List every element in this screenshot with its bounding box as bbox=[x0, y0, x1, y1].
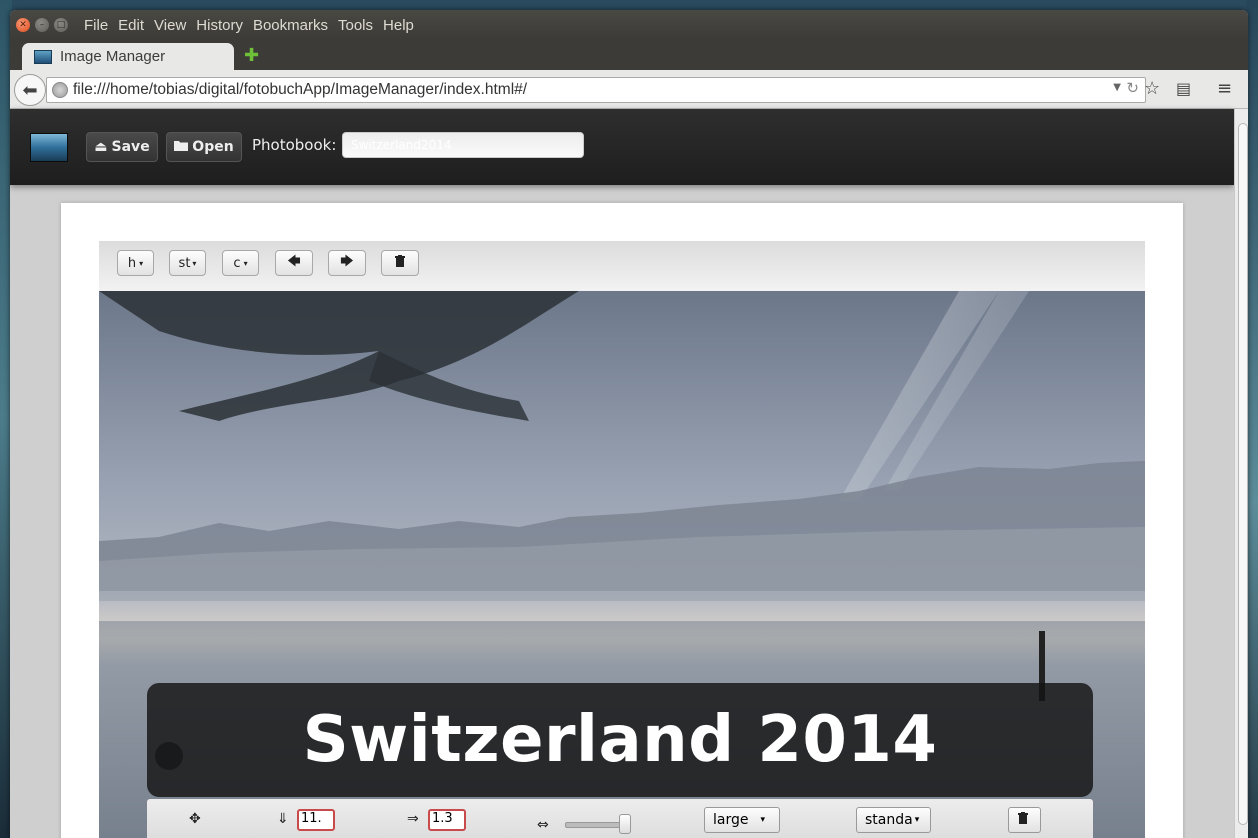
landscape-photo[interactable]: Switzerland 2014 ✥ ⇓ 11. ⇒ 1.3 ⇔ large ▾… bbox=[99, 291, 1145, 838]
next-page-button[interactable]: 🡆 bbox=[328, 250, 366, 276]
tab-favicon-icon bbox=[34, 49, 52, 64]
navigation-bar: ⬅ file:///home/tobias/digital/fotobuchAp… bbox=[10, 70, 1248, 109]
vertical-offset-icon: ⇓ bbox=[277, 811, 289, 827]
width-resize-icon: ⇔ bbox=[537, 817, 549, 833]
tab-image-manager[interactable]: Image Manager bbox=[22, 43, 234, 70]
save-label: Save bbox=[111, 139, 150, 155]
vertical-scrollbar[interactable] bbox=[1234, 109, 1248, 838]
tab-strip: Image Manager ✚ bbox=[10, 40, 1248, 70]
caption-style-select[interactable]: standa ▾ bbox=[856, 807, 931, 833]
app-toolbar: ⏏ Save Open Photobook: bbox=[10, 109, 1234, 185]
url-dropdown-icon[interactable]: ▼ bbox=[1113, 82, 1121, 93]
back-arrow-icon: ⬅ bbox=[22, 79, 38, 101]
open-button[interactable]: Open bbox=[166, 132, 242, 162]
menu-tools[interactable]: Tools bbox=[338, 17, 373, 34]
browser-window: ✕ – □ File Edit View History Bookmarks T… bbox=[10, 10, 1248, 838]
caret-down-icon: ▾ bbox=[243, 258, 248, 268]
previous-page-button[interactable]: 🡄 bbox=[275, 250, 313, 276]
window-close-button[interactable]: ✕ bbox=[16, 18, 30, 32]
delete-caption-button[interactable] bbox=[1008, 807, 1041, 833]
menu-edit[interactable]: Edit bbox=[118, 17, 144, 34]
crop-dropdown-c[interactable]: c ▾ bbox=[222, 250, 259, 276]
horizontal-offset-icon: ⇒ bbox=[407, 811, 419, 827]
scrollbar-thumb[interactable] bbox=[1238, 123, 1248, 825]
app-logo bbox=[30, 133, 68, 162]
width-slider-track[interactable] bbox=[565, 822, 627, 828]
save-icon: ⏏ bbox=[94, 139, 108, 155]
menu-bar: ✕ – □ File Edit View History Bookmarks T… bbox=[10, 10, 1248, 40]
url-bar[interactable]: file:///home/tobias/digital/fotobuchApp/… bbox=[46, 77, 1146, 103]
bookmark-star-icon[interactable]: ☆ bbox=[1144, 78, 1160, 99]
menu-history[interactable]: History bbox=[196, 17, 243, 34]
photobook-name-input[interactable] bbox=[342, 132, 584, 158]
photo-toolbar: h ▾ st ▾ c ▾ 🡄 🡆 bbox=[99, 241, 1145, 291]
delete-page-button[interactable] bbox=[381, 250, 419, 276]
reading-list-icon[interactable]: ▤ bbox=[1176, 79, 1191, 98]
layout-dropdown-h[interactable]: h ▾ bbox=[117, 250, 154, 276]
save-button[interactable]: ⏏ Save bbox=[86, 132, 158, 162]
tab-title: Image Manager bbox=[60, 48, 166, 65]
move-icon[interactable]: ✥ bbox=[189, 811, 201, 827]
trash-icon bbox=[395, 255, 405, 271]
url-text[interactable]: file:///home/tobias/digital/fotobuchApp/… bbox=[73, 81, 527, 99]
style-dropdown-st[interactable]: st ▾ bbox=[169, 250, 206, 276]
trash-icon bbox=[1018, 812, 1028, 828]
caret-down-icon: ▾ bbox=[914, 815, 920, 825]
photobook-page: h ▾ st ▾ c ▾ 🡄 🡆 Switzerland 2014 ✥ ⇓ 11… bbox=[61, 203, 1183, 838]
caret-down-icon: ▾ bbox=[192, 258, 197, 268]
menu-file[interactable]: File bbox=[84, 17, 108, 34]
folder-icon bbox=[174, 139, 189, 155]
globe-icon bbox=[52, 82, 68, 98]
window-minimize-button[interactable]: – bbox=[35, 18, 49, 32]
menu-bookmarks[interactable]: Bookmarks bbox=[253, 17, 328, 34]
caption-size-select[interactable]: large ▾ bbox=[704, 807, 780, 833]
caption-text[interactable]: Switzerland 2014 bbox=[303, 703, 938, 777]
new-tab-plus-icon[interactable]: ✚ bbox=[244, 45, 259, 66]
caret-down-icon: ▾ bbox=[139, 258, 144, 268]
photo-controls-bar: ✥ ⇓ 11. ⇒ 1.3 ⇔ large ▾ standa ▾ bbox=[147, 799, 1093, 838]
window-maximize-button[interactable]: □ bbox=[54, 18, 68, 32]
app-content: ⏏ Save Open Photobook: h▾ st▾ bbox=[10, 109, 1234, 838]
horizontal-offset-input[interactable]: 1.3 bbox=[428, 809, 466, 831]
caret-down-icon: ▾ bbox=[760, 815, 766, 825]
width-slider-thumb[interactable] bbox=[619, 814, 631, 834]
vertical-offset-input[interactable]: 11. bbox=[297, 809, 335, 831]
menu-help[interactable]: Help bbox=[383, 17, 414, 34]
hamburger-menu-icon[interactable]: ≡ bbox=[1217, 78, 1232, 99]
arrow-left-icon: 🡄 bbox=[287, 254, 301, 269]
reload-icon[interactable]: ↻ bbox=[1126, 79, 1139, 97]
photobook-label: Photobook: bbox=[252, 136, 337, 154]
window-controls: ✕ – □ bbox=[16, 18, 68, 32]
menu-view[interactable]: View bbox=[154, 17, 186, 34]
back-button[interactable]: ⬅ bbox=[14, 74, 46, 106]
arrow-right-icon: 🡆 bbox=[340, 254, 354, 269]
caption-overlay[interactable]: Switzerland 2014 bbox=[147, 683, 1093, 797]
open-label: Open bbox=[192, 139, 234, 155]
